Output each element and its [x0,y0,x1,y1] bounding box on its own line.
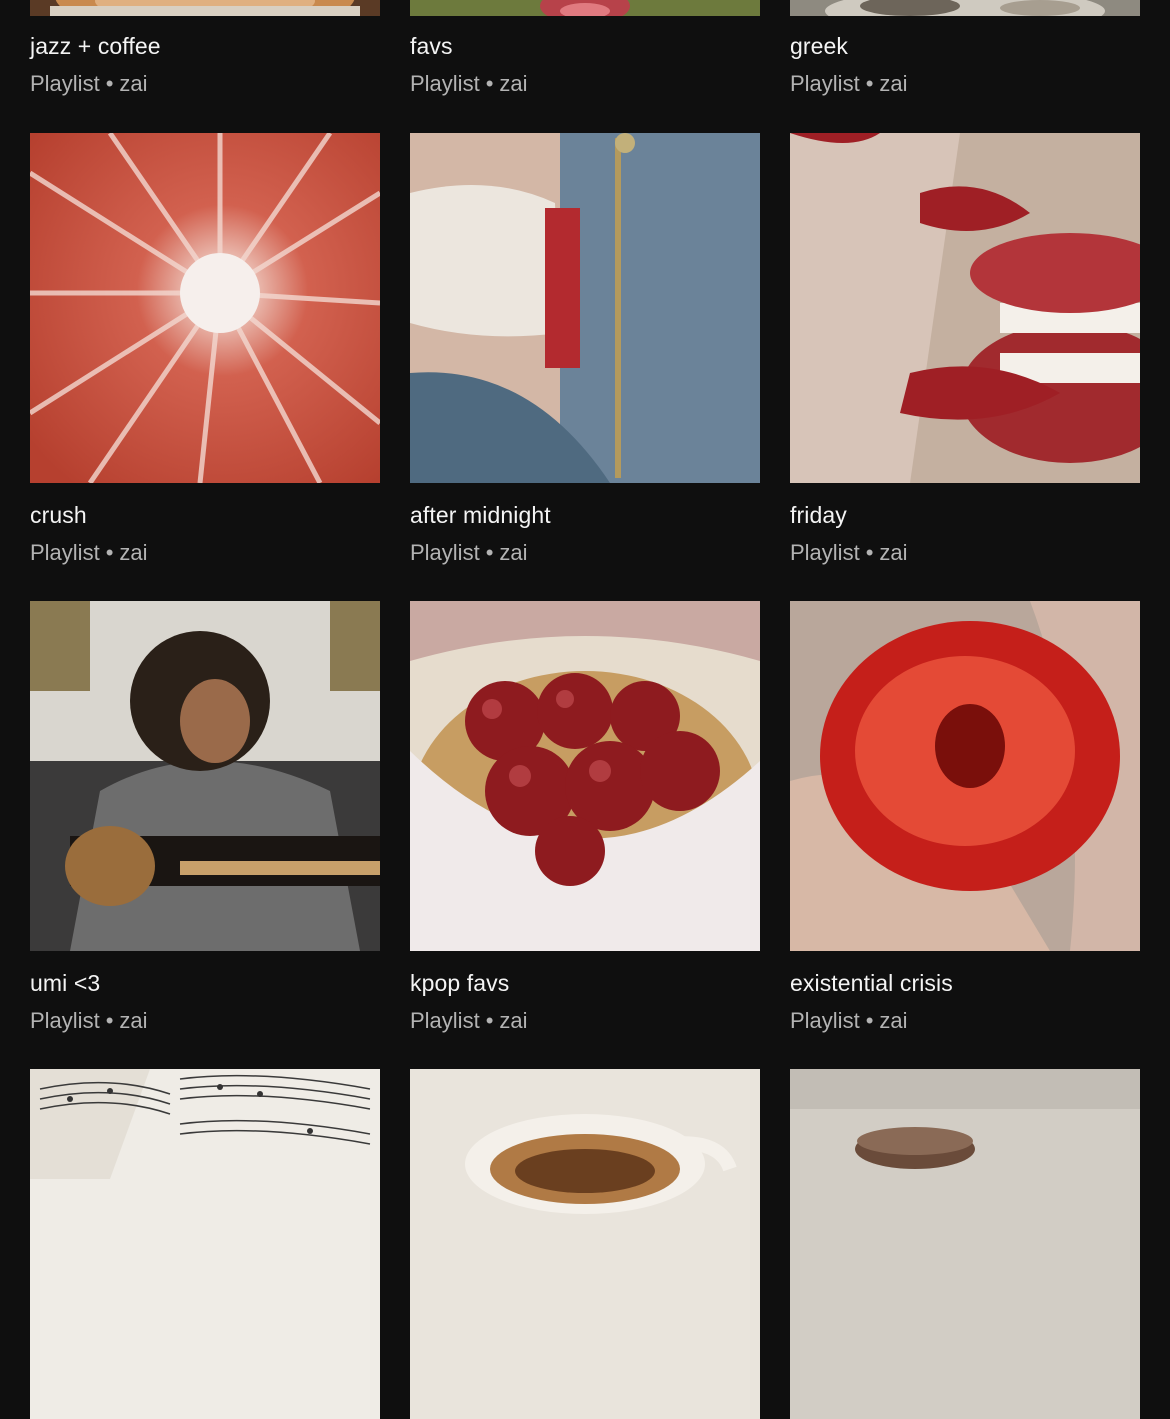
latte-cup-art[interactable] [30,0,380,16]
playlist-subtitle: Playlist • zai [410,71,528,96]
playlist-title[interactable]: favs [410,32,760,60]
playlist-grid: jazz + coffee Playlist • zai favs Playlist… [30,0,1140,1419]
playlist-subtitle: Playlist • zai [30,540,148,565]
playlist-subtitle: Playlist • zai [30,1008,148,1033]
apple-basket-art[interactable] [410,601,760,951]
playlist-title[interactable]: crush [30,501,380,529]
grapefruit-slice-art[interactable] [30,133,380,483]
red-lips-art[interactable] [410,0,760,16]
playlist-subtitle: Playlist • zai [790,1008,908,1033]
playlist-subtitle: Playlist • zai [30,71,148,96]
playlist-title[interactable]: after midnight [410,501,760,529]
denim-jeans-art[interactable] [410,133,760,483]
playlist-subtitle: Playlist • zai [790,540,908,565]
playlist-title[interactable]: jazz + coffee [30,32,380,60]
playlist-subtitle: Playlist • zai [410,540,528,565]
playlist-title[interactable]: existential crisis [790,969,1140,997]
playlist-subtitle: Playlist • zai [790,71,908,96]
girl-with-bass-guitar-art[interactable] [30,601,380,951]
playlist-title[interactable]: greek [790,32,1140,60]
playlist-subtitle: Playlist • zai [410,1008,528,1033]
sheet-music-art[interactable] [30,1069,380,1419]
red-nails-lips-art[interactable] [790,133,1140,483]
playlist-title[interactable]: kpop favs [410,969,760,997]
playlist-title[interactable]: friday [790,501,1140,529]
silver-dish-art[interactable] [790,0,1140,16]
strawberry-art[interactable] [790,601,1140,951]
macaron-art[interactable] [790,1069,1140,1419]
coffee-cup-art[interactable] [410,1069,760,1419]
playlist-title[interactable]: umi <3 [30,969,380,997]
